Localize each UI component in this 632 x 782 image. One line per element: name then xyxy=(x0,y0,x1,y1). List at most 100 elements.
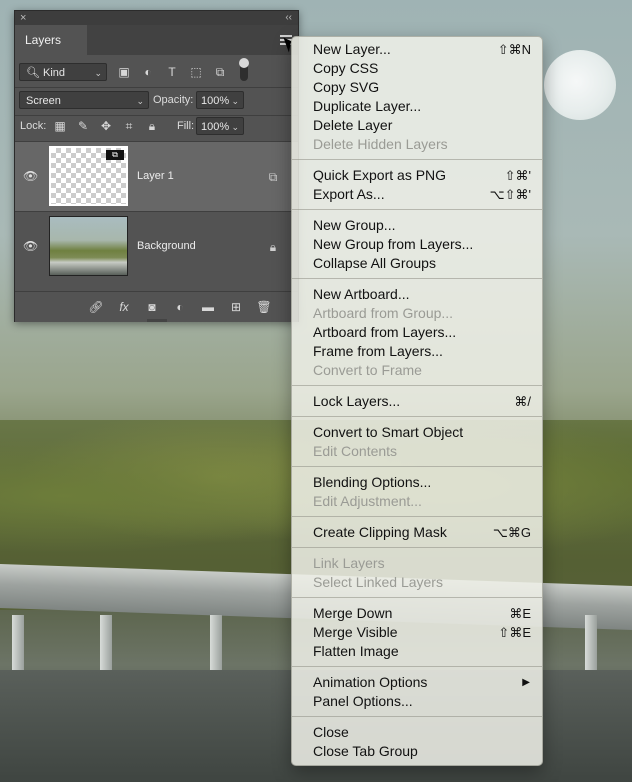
layer-row-layer-1[interactable]: 👁︎ ⧉ Layer 1 ⧉ xyxy=(15,142,298,211)
moon xyxy=(544,50,616,120)
menu-item-label: Edit Contents xyxy=(313,443,398,459)
folder-icon[interactable]: ▬ xyxy=(200,300,216,314)
menu-item-close-tab-group[interactable]: Close Tab Group xyxy=(292,742,542,761)
lock-position-icon[interactable]: ✥ xyxy=(99,119,113,133)
divider xyxy=(15,115,298,116)
chevron-down-icon: ⌄ xyxy=(231,96,239,106)
menu-item-lock-layers[interactable]: Lock Layers... ⌘/ xyxy=(292,392,542,411)
menu-item-frame-from-layers[interactable]: Frame from Layers... xyxy=(292,342,542,361)
blend-mode-value: Screen xyxy=(26,95,61,107)
menu-item-label: Artboard from Layers... xyxy=(313,324,457,340)
menu-item-artboard-from-layers[interactable]: Artboard from Layers... xyxy=(292,323,542,342)
menu-item-label: Select Linked Layers xyxy=(313,574,443,590)
lock-pixels-icon[interactable]: ✎ xyxy=(76,119,90,133)
menu-item-panel-options[interactable]: Panel Options... xyxy=(292,692,542,711)
filter-icons: ▣ ◐ T ⬚ ⧉ xyxy=(117,63,227,81)
menu-item-flatten-image[interactable]: Flatten Image xyxy=(292,642,542,661)
menu-item-blending-options[interactable]: Blending Options... xyxy=(292,473,542,492)
menu-item-merge-visible[interactable]: Merge Visible ⇧⌘E xyxy=(292,623,542,642)
menu-item-label: Blending Options... xyxy=(313,474,432,490)
menu-item-edit-adjustment: Edit Adjustment... xyxy=(292,492,542,511)
filter-toggle[interactable] xyxy=(239,58,249,81)
menu-item-duplicate-layer[interactable]: Duplicate Layer... xyxy=(292,97,542,116)
menu-separator xyxy=(292,385,542,386)
menu-item-label: Convert to Smart Object xyxy=(313,424,464,440)
menu-item-shortcut: ⌘/ xyxy=(514,394,531,409)
tab-layers[interactable]: Layers xyxy=(15,25,87,55)
menu-item-new-layer[interactable]: New Layer... ⇧⌘N xyxy=(292,40,542,59)
opacity-field[interactable]: 100% ⌄ xyxy=(196,91,244,109)
fx-icon[interactable]: fx xyxy=(116,300,132,314)
menu-item-quick-export-as-png[interactable]: Quick Export as PNG ⇧⌘' xyxy=(292,166,542,185)
menu-item-label: Merge Visible xyxy=(313,624,398,640)
chevron-down-icon: ⌄ xyxy=(231,122,239,132)
resize-grip[interactable] xyxy=(147,319,167,322)
menu-separator xyxy=(292,416,542,417)
new-layer-icon[interactable]: ⊞ xyxy=(228,300,244,314)
menu-item-label: Merge Down xyxy=(313,605,393,621)
adjustment-filter-icon[interactable]: ◐ xyxy=(141,65,155,79)
adjustment-layer-icon[interactable]: ◐ xyxy=(172,300,188,314)
menu-item-shortcut: ⌘E xyxy=(509,606,531,621)
lock-label: Lock: xyxy=(20,120,47,132)
menu-item-create-clipping-mask[interactable]: Create Clipping Mask ⌥⌘G xyxy=(292,523,542,542)
chevron-down-icon: ⌄ xyxy=(136,96,144,106)
menu-item-new-group-from-layers[interactable]: New Group from Layers... xyxy=(292,235,542,254)
menu-item-close[interactable]: Close xyxy=(292,723,542,742)
trash-icon[interactable]: 🗑︎ xyxy=(256,300,272,314)
filter-kind-select[interactable]: 🔍︎ Kind ⌄ xyxy=(19,63,107,81)
layers-panel-flyout-menu: New Layer... ⇧⌘N Copy CSS Copy SVG Duplicate… xyxy=(291,36,543,766)
fill-label: Fill: xyxy=(177,120,195,132)
filter-kind-value: Kind xyxy=(43,67,66,79)
fill-field[interactable]: 100% ⌄ xyxy=(196,117,244,135)
menu-item-label: Artboard from Group... xyxy=(313,305,454,321)
menu-item-merge-down[interactable]: Merge Down ⌘E xyxy=(292,604,542,623)
panel-bottom-toolbar: 🔗︎ fx ◙ ◐ ▬ ⊞ 🗑︎ xyxy=(15,291,298,322)
menu-item-shortcut: ⌥⇧⌘' xyxy=(489,187,531,202)
smart-object-filter-icon[interactable]: ⧉ xyxy=(213,65,227,79)
menu-item-delete-layer[interactable]: Delete Layer xyxy=(292,116,542,135)
divider xyxy=(15,87,298,88)
lock-icon: 🔒︎ xyxy=(269,240,277,254)
collapse-icon[interactable]: ‹‹ xyxy=(285,11,292,25)
menu-item-copy-css[interactable]: Copy CSS xyxy=(292,59,542,78)
menu-item-label: Delete Hidden Layers xyxy=(313,136,448,152)
menu-item-new-group[interactable]: New Group... xyxy=(292,216,542,235)
shape-filter-icon[interactable]: ⬚ xyxy=(189,65,203,79)
menu-item-convert-to-smart-object[interactable]: Convert to Smart Object xyxy=(292,423,542,442)
menu-separator xyxy=(292,716,542,717)
close-icon[interactable]: × xyxy=(20,11,26,25)
type-filter-icon[interactable]: T xyxy=(165,65,179,79)
link-icon[interactable]: 🔗︎ xyxy=(88,300,104,314)
panel-titlebar: × ‹‹ xyxy=(15,11,298,25)
visibility-eye-icon[interactable]: 👁︎ xyxy=(23,239,38,253)
menu-item-export-as[interactable]: Export As... ⌥⇧⌘' xyxy=(292,185,542,204)
menu-item-label: Export As... xyxy=(313,186,385,202)
menu-item-delete-hidden-layers: Delete Hidden Layers xyxy=(292,135,542,154)
menu-item-label: Edit Adjustment... xyxy=(313,493,422,509)
menu-item-label: Convert to Frame xyxy=(313,362,422,378)
menu-item-collapse-all-groups[interactable]: Collapse All Groups xyxy=(292,254,542,273)
menu-item-label: Create Clipping Mask xyxy=(313,524,447,540)
search-icon: 🔍︎ xyxy=(26,67,40,79)
layer-row-background[interactable]: 👁︎ Background 🔒︎ xyxy=(15,212,298,281)
mask-icon[interactable]: ◙ xyxy=(144,300,160,314)
menu-item-label: Close xyxy=(313,724,349,740)
menu-item-label: Collapse All Groups xyxy=(313,255,436,271)
visibility-eye-icon[interactable]: 👁︎ xyxy=(23,169,38,183)
menu-item-label: Copy CSS xyxy=(313,60,379,76)
lock-all-icon[interactable]: 🔒︎ xyxy=(145,119,159,133)
menu-item-label: Delete Layer xyxy=(313,117,393,133)
menu-item-copy-svg[interactable]: Copy SVG xyxy=(292,78,542,97)
layers-panel: × ‹‹ Layers 🔍︎ Kind ⌄ ▣ ◐ T ⬚ ⧉ Screen ⌄… xyxy=(14,10,299,322)
menu-item-animation-options[interactable]: Animation Options ▶ xyxy=(292,673,542,692)
lock-artboard-icon[interactable]: ⌗ xyxy=(122,119,136,133)
menu-item-label: New Artboard... xyxy=(313,286,410,302)
menu-item-shortcut: ⇧⌘E xyxy=(498,625,531,640)
lock-transparent-icon[interactable]: ▦ xyxy=(53,119,67,133)
pixel-filter-icon[interactable]: ▣ xyxy=(117,65,131,79)
blend-mode-select[interactable]: Screen ⌄ xyxy=(19,91,149,109)
menu-item-label: Animation Options xyxy=(313,674,428,690)
menu-item-new-artboard[interactable]: New Artboard... xyxy=(292,285,542,304)
submenu-arrow-icon: ▶ xyxy=(522,677,530,688)
